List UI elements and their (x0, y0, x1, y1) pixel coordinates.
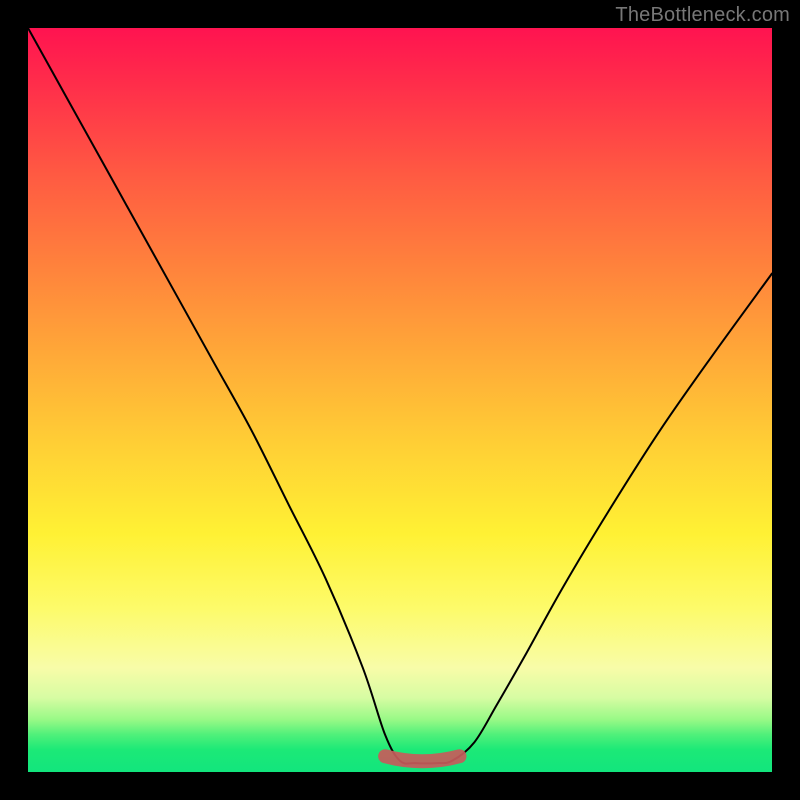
chart-frame: TheBottleneck.com (0, 0, 800, 800)
bottleneck-curve (28, 28, 772, 764)
optimal-range-highlight (385, 756, 459, 761)
plot-area (28, 28, 772, 772)
watermark-text: TheBottleneck.com (615, 4, 790, 27)
curve-layer (28, 28, 772, 772)
